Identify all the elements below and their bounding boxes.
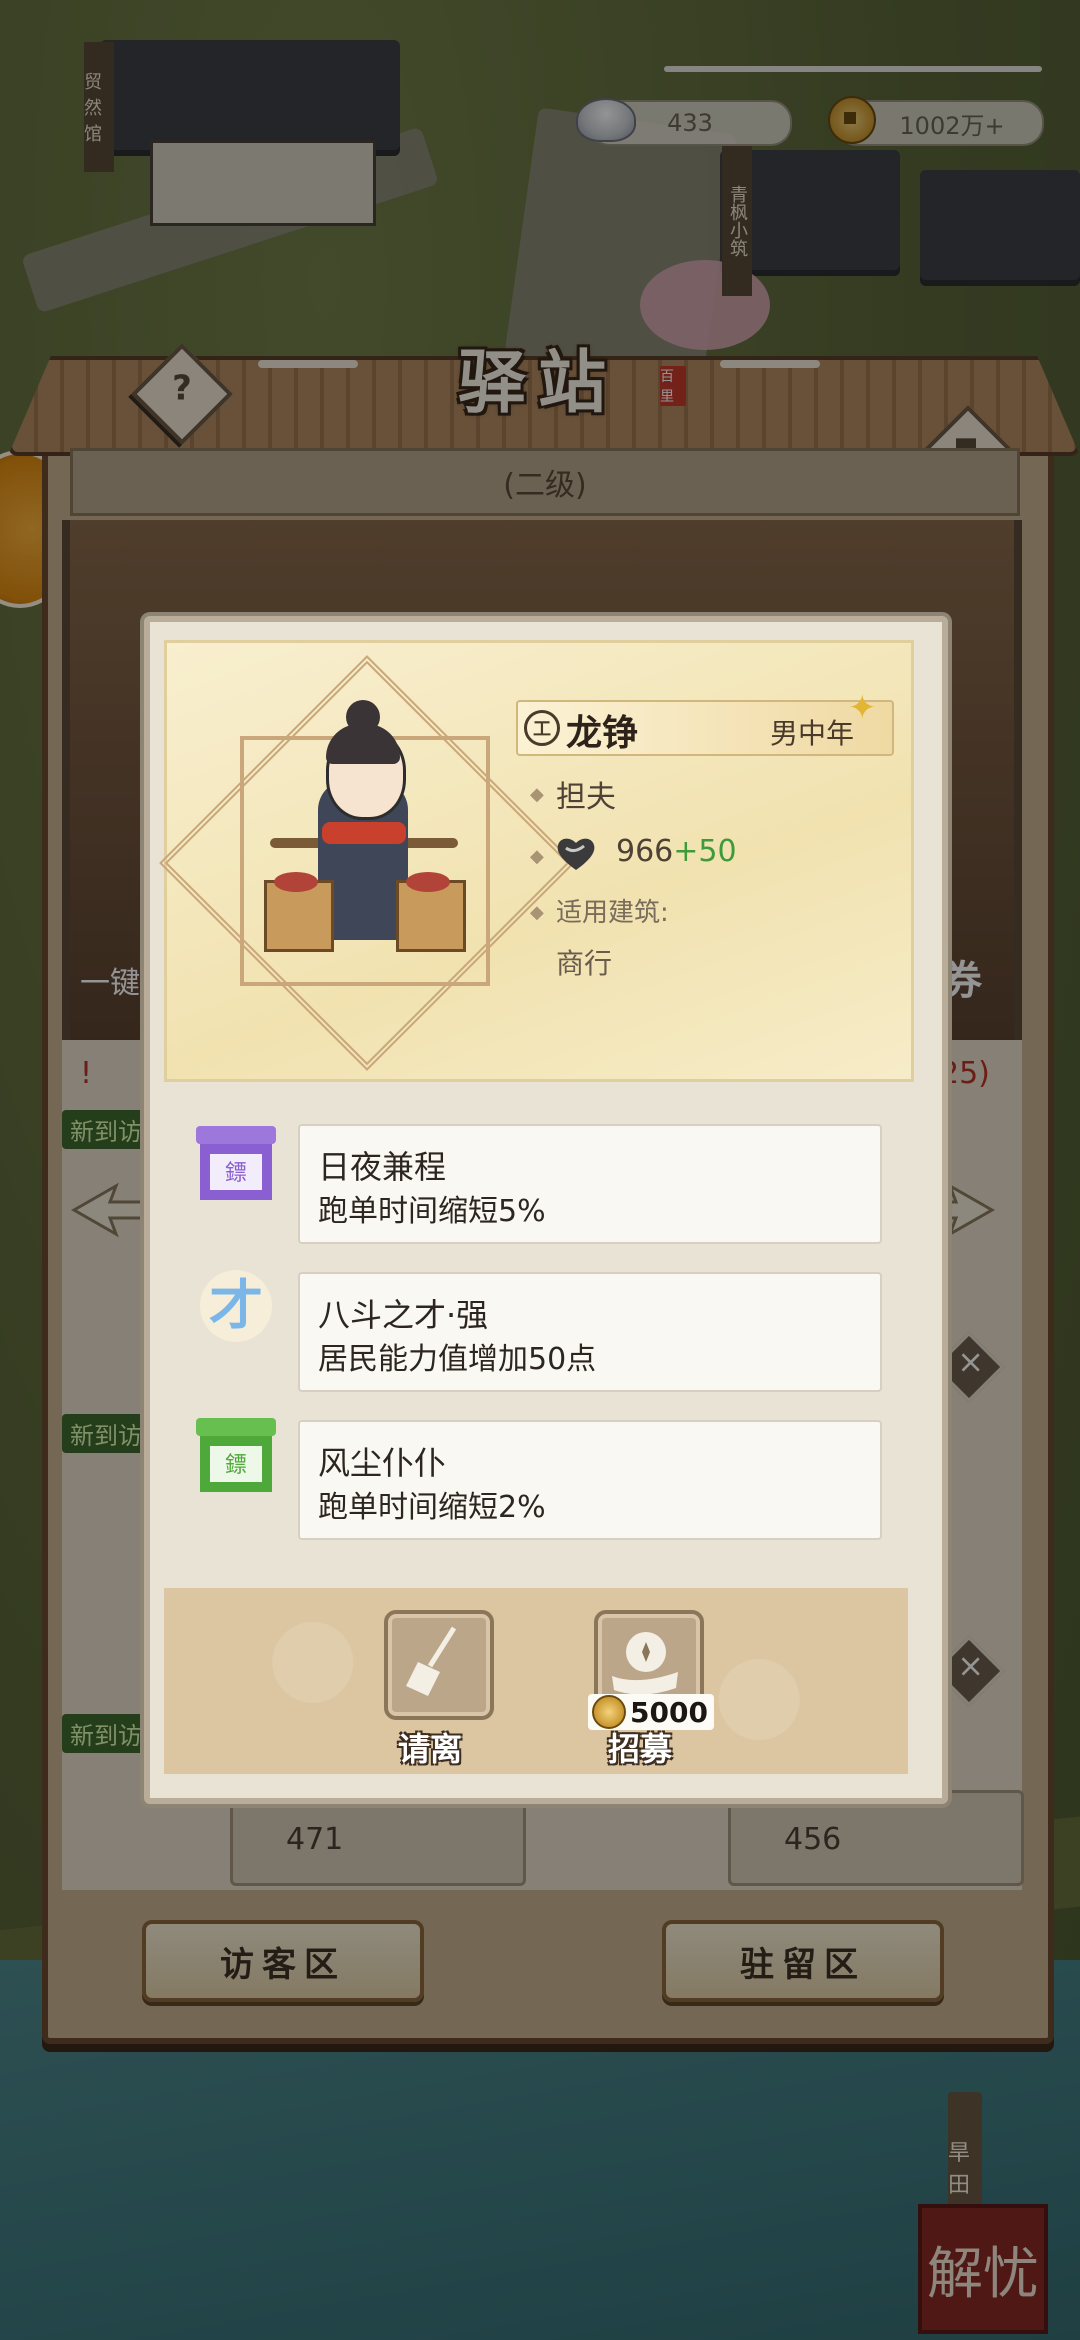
skill-name: 日夜兼程 — [318, 1148, 447, 1186]
ability-heart-icon — [557, 838, 595, 870]
character-scarf — [322, 822, 406, 844]
basket-goods — [274, 872, 318, 892]
character-hair-bun — [346, 700, 380, 734]
building-value: 商行 — [556, 947, 613, 980]
svg-text:鏢: 鏢 — [225, 1453, 247, 1478]
ability-base: 966 — [616, 834, 674, 869]
bullet-icon: ◆ — [530, 902, 544, 923]
dismiss-button[interactable] — [384, 1610, 494, 1720]
sparkle-icon: ✦ — [848, 688, 877, 728]
character-profession: 担夫 — [556, 780, 616, 815]
worker-class-badge-icon: 工 — [524, 710, 560, 746]
ability-value: 966+50 — [616, 834, 737, 869]
talent-brush-icon: 才 — [200, 1270, 272, 1342]
basket-goods — [406, 872, 450, 892]
skill-desc: 跑单时间缩短2% — [318, 1490, 546, 1525]
svg-text:鏢: 鏢 — [225, 1161, 247, 1186]
green-escort-banner-icon: 鏢 — [196, 1418, 276, 1492]
bullet-icon: ◆ — [530, 846, 544, 867]
building-label: 适用建筑: — [556, 898, 669, 928]
recruit-label: 招募 — [608, 1730, 673, 1768]
character-name: 龙铮 — [566, 712, 639, 754]
dismiss-label: 请离 — [398, 1730, 463, 1768]
skill-desc: 跑单时间缩短5% — [318, 1194, 546, 1229]
broom-icon — [406, 1626, 457, 1696]
bullet-icon: ◆ — [530, 784, 544, 805]
svg-text:才: 才 — [209, 1273, 263, 1337]
modal-action-bar — [164, 1588, 908, 1774]
skill-name: 风尘仆仆 — [318, 1444, 447, 1482]
skill-desc: 居民能力值增加50点 — [318, 1342, 597, 1377]
skill-name: 八斗之才·强 — [318, 1296, 489, 1334]
character-gender-age: 男中年 — [770, 717, 855, 750]
purple-escort-banner-icon: 鏢 — [196, 1126, 276, 1200]
ability-bonus: +50 — [673, 834, 737, 869]
